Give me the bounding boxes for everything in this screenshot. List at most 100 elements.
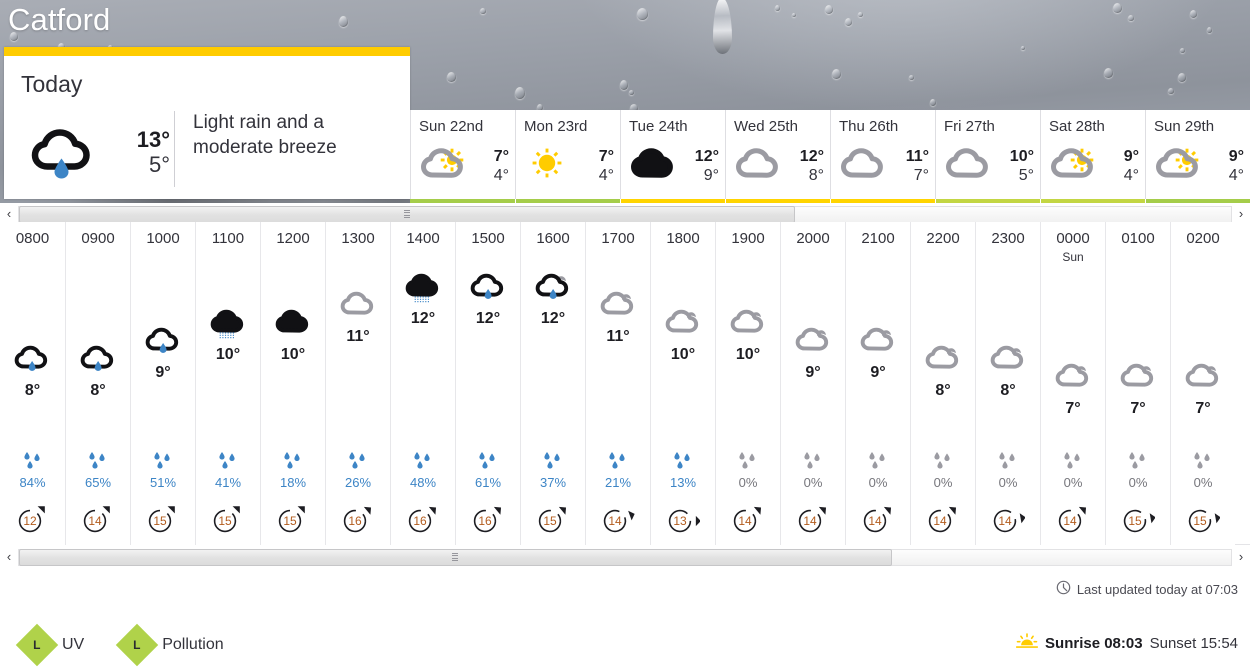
day-forecast-cell[interactable]: Mon 23rd 7° 4° bbox=[515, 110, 620, 199]
raindrops-icon bbox=[781, 450, 845, 474]
hour-forecast-cell[interactable]: 1000 9° 51% 15 bbox=[130, 222, 195, 545]
hour-forecast-cell[interactable]: 1200 10° 18% 15 bbox=[260, 222, 325, 545]
day-name: Sun 22nd bbox=[419, 118, 484, 135]
raindrops-icon bbox=[911, 450, 975, 474]
hour-time: 0000 bbox=[1056, 230, 1090, 247]
svg-text:14: 14 bbox=[933, 514, 947, 528]
index-badge[interactable]: L UV bbox=[15, 623, 84, 667]
day-forecast-cell[interactable]: Sat 28th 9° 4° bbox=[1040, 110, 1145, 199]
index-badge[interactable]: L Pollution bbox=[116, 623, 224, 667]
day-name: Sun 29th bbox=[1154, 118, 1215, 135]
hour-forecast-cell[interactable]: 2000 9° 0% 14 bbox=[780, 222, 845, 545]
night-cloud-icon bbox=[586, 286, 650, 324]
wind-indicator: 14 bbox=[586, 505, 650, 535]
day-low-temp: 4° bbox=[493, 167, 509, 184]
hour-temp: 8° bbox=[24, 382, 41, 399]
hour-temp: 8° bbox=[935, 382, 951, 399]
sun-cloud-icon bbox=[411, 146, 471, 186]
hour-forecast-cell[interactable]: 0900 8° 65% 14 bbox=[65, 222, 130, 545]
hour-forecast-cell[interactable]: 1800 10° 13% 13 bbox=[650, 222, 715, 545]
today-panel[interactable]: Today 13° 5° Light rain and a moderate b… bbox=[4, 47, 410, 199]
hour-forecast-cell[interactable]: 1100 10° 41% 15 bbox=[195, 222, 260, 545]
city-title: Catford bbox=[8, 2, 111, 37]
cloud-rain-icon bbox=[4, 109, 110, 197]
sun-icon bbox=[516, 146, 576, 186]
precipitation-percent: 26% bbox=[344, 475, 372, 490]
raindrops-icon bbox=[716, 450, 780, 474]
hour-forecast-cell[interactable]: 2100 9° 0% 14 bbox=[845, 222, 910, 545]
hour-forecast-cell[interactable]: 1400 12° 48% 16 bbox=[390, 222, 455, 545]
index-badges: L UV L Pollution bbox=[15, 623, 224, 667]
svg-text:15: 15 bbox=[218, 514, 232, 528]
last-updated: Last updated today at 07:03 bbox=[1056, 580, 1238, 598]
hour-forecast-cell[interactable]: 1300 11° 26% 16 bbox=[325, 222, 390, 545]
night-cloud-icon bbox=[716, 304, 780, 342]
raindrops-icon bbox=[261, 450, 325, 474]
day-forecast-cell[interactable]: Sun 29th 9° 4° bbox=[1145, 110, 1250, 199]
hour-temp: 9° bbox=[805, 364, 821, 381]
svg-text:14: 14 bbox=[88, 514, 102, 528]
hour-forecast-cell[interactable]: 1900 10° 0% 14 bbox=[715, 222, 780, 545]
day-forecast-cell[interactable]: Wed 25th 12° 8° bbox=[725, 110, 830, 199]
hour-forecast-cell[interactable]: 0200 7° 0% 15 bbox=[1170, 222, 1235, 545]
precipitation-percent: 37% bbox=[539, 475, 567, 490]
day-forecast-cell[interactable]: Thu 26th 11° 7° bbox=[830, 110, 935, 199]
hour-forecast-cell[interactable]: 0000 Sun 7° 0% 14 bbox=[1040, 222, 1105, 545]
hour-temp: 10° bbox=[735, 346, 761, 363]
footer: Last updated today at 07:03 Sunrise 08:0… bbox=[0, 568, 1250, 669]
precipitation-percent: 61% bbox=[474, 475, 502, 490]
precipitation-percent: 41% bbox=[214, 475, 242, 490]
hourly-scrollbar[interactable]: ‹ › bbox=[0, 546, 1250, 568]
hour-temp: 10° bbox=[215, 346, 241, 363]
wind-indicator: 16 bbox=[326, 505, 390, 535]
day-high-temp: 7° bbox=[598, 147, 614, 165]
wind-indicator: 15 bbox=[196, 505, 260, 535]
hour-forecast-cell[interactable]: 1500 12° 61% 16 bbox=[455, 222, 520, 545]
hour-forecast-cell[interactable]: 1700 11° 21% 14 bbox=[585, 222, 650, 545]
raindrops-icon bbox=[651, 450, 715, 474]
hour-precipitation: 0% bbox=[716, 450, 780, 490]
precipitation-percent: 65% bbox=[84, 475, 112, 490]
hour-forecast-cell[interactable]: 0800 8° 84% 12 bbox=[0, 222, 65, 545]
hourly-scroll-next-button[interactable]: › bbox=[1232, 546, 1250, 568]
day-forecast-cell[interactable]: Sun 22nd 7° 4° bbox=[410, 110, 515, 199]
day-forecast-cell[interactable]: Fri 27th 10° 5° bbox=[935, 110, 1040, 199]
hour-precipitation: 37% bbox=[521, 450, 585, 490]
svg-text:14: 14 bbox=[608, 514, 622, 528]
raindrops-icon bbox=[1171, 450, 1235, 474]
last-updated-text: Last updated today at 07:03 bbox=[1076, 581, 1238, 597]
svg-text:14: 14 bbox=[998, 514, 1012, 528]
hour-time: 0100 bbox=[1121, 230, 1155, 247]
day-name: Thu 26th bbox=[839, 118, 899, 135]
cloud-icon bbox=[726, 146, 786, 186]
hour-forecast-cell[interactable]: 1600 12° 37% 15 bbox=[520, 222, 585, 545]
raindrops-icon bbox=[456, 450, 520, 474]
day-forecast-cell[interactable]: Tue 24th 12° 9° bbox=[620, 110, 725, 199]
hourly-scrollbar-track[interactable] bbox=[18, 548, 1232, 566]
hour-precipitation: 65% bbox=[66, 450, 130, 490]
day-low-temp: 4° bbox=[1228, 167, 1244, 184]
hour-time: 1200 bbox=[276, 230, 310, 247]
hour-forecast-cell[interactable]: 0100 7° 0% 15 bbox=[1105, 222, 1170, 545]
svg-text:15: 15 bbox=[153, 514, 167, 528]
hourly-scrollbar-thumb[interactable] bbox=[19, 548, 892, 566]
daily-scrollbar-track[interactable] bbox=[18, 205, 1232, 223]
daily-scrollbar-thumb[interactable] bbox=[19, 205, 795, 223]
day-low-temp: 5° bbox=[1018, 167, 1034, 184]
svg-text:12: 12 bbox=[23, 514, 37, 528]
hour-precipitation: 0% bbox=[781, 450, 845, 490]
weather-page: Catford Today 13° 5° Light rain and a mo… bbox=[0, 0, 1250, 669]
hour-precipitation: 0% bbox=[1171, 450, 1235, 490]
hour-temp: 10° bbox=[280, 346, 306, 363]
cloud-rain-icon bbox=[66, 340, 130, 378]
precipitation-percent: 0% bbox=[1193, 475, 1213, 490]
hourly-scroll-prev-button[interactable]: ‹ bbox=[0, 546, 18, 568]
day-low-temp: 4° bbox=[1123, 167, 1139, 184]
hour-forecast-cell[interactable]: 2200 8° 0% 14 bbox=[910, 222, 975, 545]
precipitation-percent: 0% bbox=[803, 475, 823, 490]
hour-forecast-cell[interactable]: 2300 8° 0% 14 bbox=[975, 222, 1040, 545]
hour-precipitation: 18% bbox=[261, 450, 325, 490]
day-high-temp: 9° bbox=[1123, 147, 1139, 165]
sunrise-text: Sunrise 08:03 bbox=[1045, 634, 1143, 652]
hour-temp: 12° bbox=[410, 310, 436, 327]
